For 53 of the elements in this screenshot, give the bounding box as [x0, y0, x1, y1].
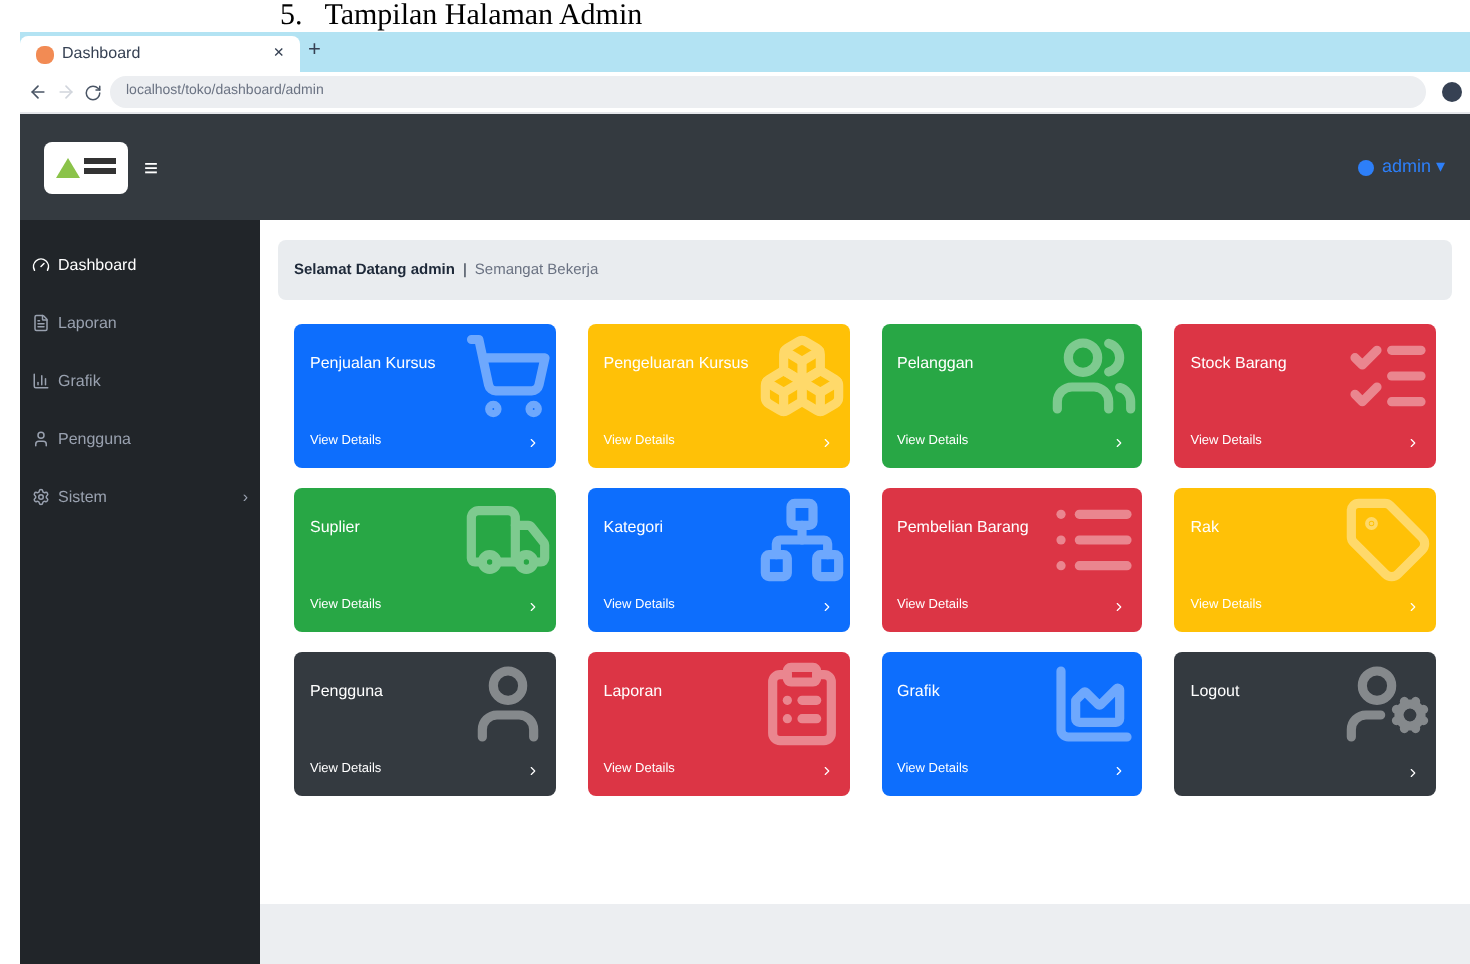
reload-icon[interactable] [84, 83, 102, 101]
card-title: Pembelian Barang [897, 516, 1031, 540]
chevron-icon [525, 435, 540, 450]
card-title: Suplier [310, 516, 362, 540]
chevron-icon [525, 763, 540, 778]
back-icon[interactable] [28, 82, 48, 102]
chevron-icon [819, 599, 833, 614]
user-dropdown[interactable]: admin ▾ [1357, 153, 1446, 181]
chevron-icon [1112, 599, 1127, 614]
tab-icon [36, 45, 54, 63]
avatar-icon[interactable] [1442, 82, 1462, 102]
chevron-icon [1406, 599, 1420, 614]
tab-close[interactable]: × [273, 40, 284, 68]
sidebar-item[interactable]: Pengguna [20, 410, 260, 468]
new-tab-button[interactable]: + [308, 33, 321, 66]
caption: 5. Tampilan Halaman Admin [278, 0, 645, 32]
user-gear-icon [1344, 660, 1432, 748]
network-icon [757, 496, 845, 584]
dashboard-card[interactable]: Logout [1174, 652, 1436, 796]
chevron-icon [819, 763, 833, 778]
sidebar-item[interactable]: Sistem › [20, 468, 260, 526]
chevron-icon [1406, 766, 1420, 780]
card-title: Grafik [897, 680, 942, 704]
bar-chart-icon [32, 372, 50, 390]
card-title: Pengguna [310, 680, 385, 704]
menu-toggle[interactable]: ≡ [144, 149, 159, 185]
card-title: Penjualan Kursus [310, 352, 438, 376]
card-title: Kategori [603, 516, 666, 540]
card-title: Laporan [603, 680, 665, 704]
chevron-icon [1112, 763, 1127, 778]
chevron-icon [525, 599, 540, 614]
logo [44, 141, 128, 193]
tag-icon [1344, 496, 1432, 584]
card-title: Pengeluaran Kursus [603, 352, 751, 376]
gear-icon [32, 488, 50, 506]
card-title: Pelanggan [897, 352, 976, 376]
user-icon [32, 430, 50, 448]
browser-tab[interactable]: Dashboard × [20, 36, 300, 72]
chevron-icon [1112, 435, 1127, 450]
users-icon [1050, 332, 1139, 420]
cart-icon [463, 332, 552, 420]
boxes-icon [757, 332, 845, 420]
sidebar-item[interactable]: Dashboard [20, 236, 260, 294]
card-title: Rak [1190, 516, 1221, 540]
card-title: Stock Barang [1190, 352, 1289, 376]
card-title: Logout [1190, 680, 1242, 704]
chevron-icon [819, 435, 833, 450]
chevron-icon [1406, 435, 1420, 450]
sidebar-item[interactable]: Grafik [20, 352, 260, 410]
tab-title: Dashboard [62, 42, 143, 66]
document-icon [32, 314, 50, 332]
gauge-icon [32, 256, 50, 274]
sidebar-item[interactable]: Laporan [20, 294, 260, 352]
